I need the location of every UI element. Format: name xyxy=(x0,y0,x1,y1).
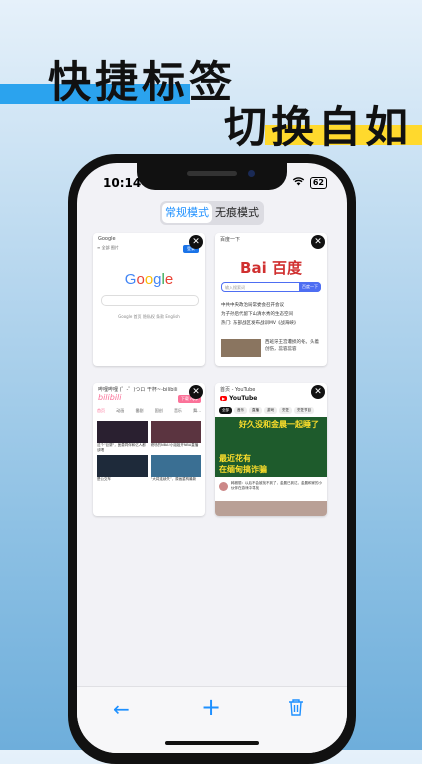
nav-images: 图片 xyxy=(110,245,119,250)
play-icon: ▶ xyxy=(220,396,228,401)
video-thumbnail xyxy=(97,455,148,477)
video-thumbnail xyxy=(215,501,327,516)
headline-line-2: 切换自如 xyxy=(224,103,412,153)
news-item: 为子孙后代留下山清水秀的生态空间 xyxy=(221,312,293,317)
news-thumbnail xyxy=(221,339,261,357)
video-title: 韩雅丽：以后不会被找不到了，金晨已到达，金晨和家的小伙伴在游戏中寻找 xyxy=(231,481,322,490)
menu-icon: ≡ xyxy=(97,245,101,250)
add-tab-icon[interactable]: + xyxy=(201,693,221,721)
news-item: 热门: 东部战区发布战训MV《战海峡》 xyxy=(221,321,299,326)
nav-all: 全部 xyxy=(101,245,110,250)
tab-card-title: 百度一下 xyxy=(220,237,241,243)
tab-card-title: 哔哩哔哩 (゜-゜)つロ 干杯~-bilibili xyxy=(98,387,178,393)
chip: 游戏 xyxy=(264,407,277,414)
tab-card-youtube[interactable]: 首页 - YouTube ▶ YouTube 全部 音乐 直播 游戏 烹饪 烹饪节… xyxy=(215,383,327,516)
mode-segmented-control: 常规模式 无痕模式 xyxy=(160,201,264,225)
chip: 全部 xyxy=(219,407,232,414)
tab-card-title: Google xyxy=(98,236,116,242)
baidu-search-button: 百度一下 xyxy=(299,282,321,292)
avatar xyxy=(219,482,228,491)
baidu-news-list: 中共中央政治局常委会召开会议 为子孙后代留下山清水秀的生态空间 热门: 东部战区… xyxy=(221,301,321,328)
video-title: 燃尽的NBA!小姐姐开NBA直播 xyxy=(150,443,199,447)
status-time: 10:14 xyxy=(103,176,142,190)
video-title: “大将连续失”，原画重构最新 xyxy=(150,477,197,481)
home-indicator xyxy=(165,741,259,745)
tab-private-mode[interactable]: 无痕模式 xyxy=(212,203,262,223)
chip: 烹饪 xyxy=(279,407,292,414)
video-thumbnail xyxy=(97,421,148,443)
video-caption: 最近花有 xyxy=(219,454,251,463)
battery-icon: 62 xyxy=(309,176,327,189)
google-footer-links: Google 首页 隐私权 条款 English xyxy=(118,314,180,319)
headline-line-1: 快捷标签 xyxy=(48,58,236,108)
close-tab-baidu-icon[interactable]: ✕ xyxy=(311,235,325,249)
close-tab-google-icon[interactable]: ✕ xyxy=(189,235,203,249)
tab-card-bilibili[interactable]: 哔哩哔哩 (゜-゜)つロ 干杯~-bilibili bilibili 下载 Ap… xyxy=(93,383,205,516)
baidu-search-box: 输入搜索词 百度一下 xyxy=(221,282,321,292)
nav-item: 番剧 xyxy=(135,408,144,413)
video-caption: 在缅甸搞诈骗 xyxy=(219,465,267,474)
youtube-logo: ▶ YouTube xyxy=(220,395,257,402)
google-header: ≡ 全部 图片 登录 xyxy=(97,245,201,255)
nav-item: 动画 xyxy=(116,408,125,413)
baidu-logo: Bai 百度 xyxy=(240,259,302,277)
close-tab-bilibili-icon[interactable]: ✕ xyxy=(189,385,203,399)
bilibili-nav: 首页 动画 番剧 国创 音乐 舞... xyxy=(97,408,201,414)
video-caption: 好久没和金晨一起睡了 xyxy=(239,420,319,429)
tab-card-baidu[interactable]: 百度一下 Bai 百度 输入搜索词 百度一下 中共中央政治局常委会召开会议 为子… xyxy=(215,233,327,366)
youtube-logo-text: YouTube xyxy=(229,395,258,402)
bottom-toolbar: ← + xyxy=(77,686,347,753)
chip: 直播 xyxy=(249,407,262,414)
tab-card-google[interactable]: Google ≡ 全部 图片 登录 Google Google 首页 隐私权 条… xyxy=(93,233,205,366)
notch xyxy=(137,163,287,190)
tab-card-title: 首页 - YouTube xyxy=(220,387,256,393)
nav-item: 国创 xyxy=(154,408,163,413)
trash-icon[interactable] xyxy=(288,697,304,721)
bilibili-logo: bilibili xyxy=(98,393,122,402)
nav-item: 首页 xyxy=(97,408,105,413)
tab-normal-mode[interactable]: 常规模式 xyxy=(162,203,212,223)
phone-screen: 10:14 62 常规模式 无痕模式 Google ≡ 全部 图片 登录 Goo… xyxy=(77,163,347,753)
news-item: 西班牙王宫遭损的冬。头着创伤，蕊容蕊容 xyxy=(265,340,319,352)
video-thumbnail xyxy=(150,455,201,477)
back-arrow-icon[interactable]: ← xyxy=(113,697,130,721)
video-title: 这个"巨婴"，医患同伴和亿人都该喝 xyxy=(97,443,146,452)
google-logo: Google xyxy=(124,271,174,288)
chip: 音乐 xyxy=(234,407,247,414)
close-tab-youtube-icon[interactable]: ✕ xyxy=(311,385,325,399)
nav-item: 舞... xyxy=(193,408,201,413)
video-title: 是公交车 xyxy=(97,477,111,481)
chip: 烹饪节目 xyxy=(294,407,314,414)
video-thumbnail: 好久没和金晨一起睡了 最近花有 在缅甸搞诈骗 xyxy=(215,417,327,477)
news-item: 中共中央政治局常委会召开会议 xyxy=(221,303,284,308)
baidu-search-placeholder: 输入搜索词 xyxy=(225,285,245,290)
wifi-icon xyxy=(292,176,305,189)
video-thumbnail xyxy=(150,421,201,443)
youtube-chips: 全部 音乐 直播 游戏 烹饪 烹饪节目 xyxy=(219,407,314,414)
nav-item: 音乐 xyxy=(173,408,182,413)
google-search-box xyxy=(101,295,199,306)
bilibili-video-grid: 这个"巨婴"，医患同伴和亿人都该喝 燃尽的NBA!小姐姐开NBA直播 是公交车 … xyxy=(97,421,201,486)
status-indicators: 62 xyxy=(292,176,327,189)
